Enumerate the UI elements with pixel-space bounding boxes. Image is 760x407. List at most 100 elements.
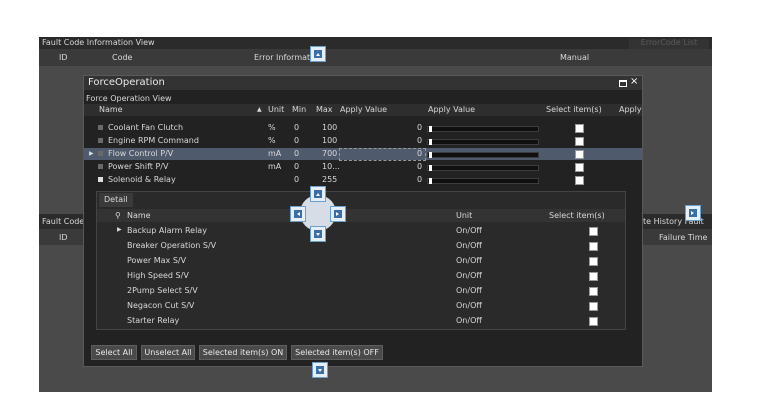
grid-row[interactable]: Coolant Fan Clutch% 0 100 0 xyxy=(84,122,642,134)
detail-row[interactable]: Breaker Operation S/V On/Off xyxy=(97,238,625,253)
row-min: 0 xyxy=(294,123,300,132)
row-apply-value[interactable]: 0 xyxy=(417,176,422,184)
column-error-info: Error Informati xyxy=(254,53,313,62)
dock-center-left-icon[interactable] xyxy=(290,206,306,222)
grid-row[interactable]: Solenoid & Relay 0 255 0 xyxy=(84,174,642,186)
force-operation-dialog: ForceOperation × Force Operation View Na… xyxy=(83,75,643,367)
fault-code-title: Fault Code Information View xyxy=(42,38,155,47)
detail-select-checkbox[interactable] xyxy=(589,287,598,296)
grid-row[interactable]: Power Shift P/V mA 0 10... 0 xyxy=(84,161,642,173)
header-min: Min xyxy=(292,105,307,114)
row-apply-value[interactable]: 0 xyxy=(417,137,422,145)
row-unit: % xyxy=(268,136,276,145)
detail-select-checkbox[interactable] xyxy=(589,257,598,266)
slider-thumb[interactable] xyxy=(429,139,432,145)
select-checkbox[interactable] xyxy=(575,163,584,172)
detail-row-unit: On/Off xyxy=(456,226,482,235)
dock-right-icon[interactable] xyxy=(685,205,701,221)
select-all-button[interactable]: Select All xyxy=(91,345,137,360)
detail-header-select: Select item(s) xyxy=(549,211,605,220)
row-unit: mA xyxy=(268,149,282,158)
sort-asc-icon[interactable]: ▲ xyxy=(257,107,262,113)
apply-value-slider[interactable] xyxy=(427,139,539,145)
select-checkbox[interactable] xyxy=(575,176,584,185)
detail-row[interactable]: High Speed S/V On/Off xyxy=(97,268,625,283)
detail-row[interactable]: 2Pump Select S/V On/Off xyxy=(97,283,625,298)
errorcode-list-button[interactable]: ErrorCode List xyxy=(629,39,709,49)
grid-header: Name ▲ Unit Min Max Apply Value Apply Va… xyxy=(84,104,642,116)
expand-icon[interactable] xyxy=(98,138,103,143)
detail-search-icon[interactable]: ⚲ xyxy=(115,212,121,220)
detail-select-checkbox[interactable] xyxy=(589,302,598,311)
detail-row[interactable]: Starter Relay On/Off xyxy=(97,313,625,328)
row-max: 100 xyxy=(322,136,338,145)
dock-top-icon[interactable] xyxy=(310,46,326,62)
select-checkbox[interactable] xyxy=(575,137,584,146)
apply-value-editor[interactable] xyxy=(339,148,426,161)
row-name: Coolant Fan Clutch xyxy=(108,123,184,132)
fault-code-titlebar: Fault Code Information View ErrorCode Li… xyxy=(39,37,712,49)
expand-icon[interactable] xyxy=(98,125,103,130)
row-max: 10... xyxy=(322,162,340,171)
column-id: ID xyxy=(59,53,68,62)
detail-row-unit: On/Off xyxy=(456,301,482,310)
slider-thumb[interactable] xyxy=(429,165,432,171)
selected-items-on-button[interactable]: Selected item(s) ON xyxy=(199,345,287,360)
row-name: Power Shift P/V xyxy=(108,162,169,171)
detail-header: ⚲ Name Unit Select item(s) xyxy=(97,209,625,222)
dialog-titlebar[interactable]: ForceOperation × xyxy=(84,76,642,90)
detail-tab[interactable]: Detail xyxy=(99,193,133,207)
slider-thumb[interactable] xyxy=(429,178,432,184)
detail-header-unit: Unit xyxy=(456,211,473,220)
grid-row[interactable]: ▶ Flow Control P/V mA 0 700 0 xyxy=(84,148,642,161)
detail-row-name: Breaker Operation S/V xyxy=(127,241,217,250)
header-max: Max xyxy=(316,105,333,114)
detail-select-checkbox[interactable] xyxy=(589,317,598,326)
fault-history-title: Fault Code xyxy=(42,217,85,226)
row-name: Solenoid & Relay xyxy=(108,175,176,184)
selected-items-off-button[interactable]: Selected item(s) OFF xyxy=(291,345,383,360)
detail-row-name: Power Max S/V xyxy=(127,256,187,265)
grid-row[interactable]: Engine RPM Command% 0 100 0 xyxy=(84,135,642,147)
apply-value-slider[interactable] xyxy=(427,126,539,132)
unselect-all-button[interactable]: Unselect All xyxy=(141,345,195,360)
column-manual: Manual xyxy=(560,53,590,62)
select-checkbox[interactable] xyxy=(575,124,584,133)
detail-row-unit: On/Off xyxy=(456,241,482,250)
restore-icon[interactable] xyxy=(619,80,627,87)
select-checkbox[interactable] xyxy=(575,150,584,159)
detail-row-name: Starter Relay xyxy=(127,316,180,325)
detail-row-unit: On/Off xyxy=(456,256,482,265)
detail-header-name: Name xyxy=(127,211,151,220)
row-apply-value[interactable]: 0 xyxy=(417,124,422,132)
expand-icon[interactable] xyxy=(98,151,103,156)
header-apply-value: Apply Value xyxy=(340,105,388,114)
dock-center-right-icon[interactable] xyxy=(330,206,346,222)
slider-thumb[interactable] xyxy=(429,152,432,158)
dock-bottom-icon[interactable] xyxy=(312,362,328,378)
row-name: Flow Control P/V xyxy=(108,149,174,158)
dock-center-top-icon[interactable] xyxy=(310,186,326,202)
expand-icon[interactable] xyxy=(98,164,103,169)
dialog-title: ForceOperation xyxy=(88,77,165,88)
detail-row-unit: On/Off xyxy=(456,286,482,295)
dock-center-bottom-icon[interactable] xyxy=(310,226,326,242)
collapse-icon[interactable] xyxy=(98,177,103,182)
detail-row[interactable]: Negacon Cut S/V On/Off xyxy=(97,298,625,313)
apply-value-slider[interactable] xyxy=(427,152,539,158)
row-min: 0 xyxy=(294,162,300,171)
row-apply-value[interactable]: 0 xyxy=(417,163,422,171)
detail-row-name: High Speed S/V xyxy=(127,271,189,280)
close-icon[interactable]: × xyxy=(630,77,638,87)
header-name[interactable]: Name xyxy=(99,106,123,114)
dialog-subtitle: Force Operation View xyxy=(86,94,172,103)
apply-value-slider[interactable] xyxy=(427,165,539,171)
slider-thumb[interactable] xyxy=(429,126,432,132)
detail-select-checkbox[interactable] xyxy=(589,227,598,236)
detail-select-checkbox[interactable] xyxy=(589,242,598,251)
apply-value-slider[interactable] xyxy=(427,178,539,184)
detail-select-checkbox[interactable] xyxy=(589,272,598,281)
detail-row[interactable]: Power Max S/V On/Off xyxy=(97,253,625,268)
row-indicator-icon: ▶ xyxy=(89,150,94,157)
detail-row[interactable]: ▶ Backup Alarm Relay On/Off xyxy=(97,223,625,238)
